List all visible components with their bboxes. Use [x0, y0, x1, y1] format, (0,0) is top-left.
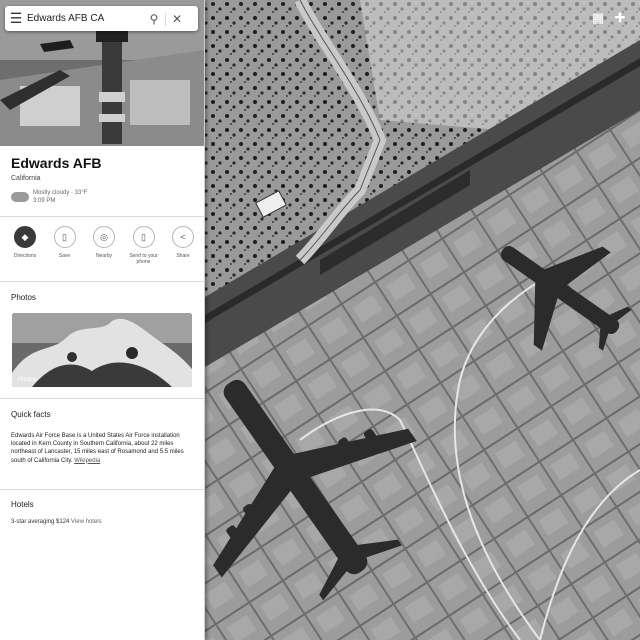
wikipedia-link[interactable]: Wikipedia [74, 458, 100, 464]
photo-card-label: Photos [18, 377, 37, 383]
weather-condition: Mostly cloudy · 33°F [33, 190, 88, 196]
action-label: Save [58, 253, 71, 259]
action-label: Share [176, 253, 190, 259]
apps-icon[interactable]: ✚ [612, 10, 628, 26]
cloudy-icon [11, 192, 29, 202]
divider [0, 398, 204, 399]
action-label: Send to your phone [129, 253, 158, 265]
send-to-phone-button[interactable]: ▯ Send to your phone [128, 226, 160, 265]
quick-facts-heading: Quick facts [11, 410, 51, 419]
layers-icon[interactable]: ▦ [590, 10, 606, 26]
action-bar: ◆ Directions ▯ Save ◎ Nearby ▯ Send to y… [9, 226, 199, 265]
photo-thumbnail [12, 313, 192, 387]
view-hotels-link[interactable]: View hotels [71, 519, 102, 525]
quick-facts-text: Edwards Air Force Base is a United State… [11, 432, 195, 465]
phone-icon: ▯ [132, 226, 155, 248]
divider [0, 489, 204, 490]
place-title: Edwards AFB [11, 155, 102, 171]
save-button[interactable]: ▯ Save [49, 226, 81, 265]
photos-heading: Photos [11, 293, 36, 302]
divider [0, 281, 204, 282]
hamburger-icon[interactable]: ☰ [5, 6, 27, 31]
search-box: ☰ ⚲ ✕ [5, 6, 198, 31]
weather-info: Mostly cloudy · 33°F 3:09 PM [11, 189, 87, 205]
share-icon: < [172, 226, 194, 248]
hotels-heading: Hotels [11, 500, 34, 509]
directions-icon: ◆ [14, 226, 36, 248]
action-label: Nearby [95, 253, 113, 259]
place-panel: ☰ ⚲ ✕ Edwards AFB California Mostly clou… [0, 0, 205, 640]
nearby-button[interactable]: ◎ Nearby [88, 226, 120, 265]
hotels-summary: 3-star averaging $124 View hotels [11, 519, 102, 525]
weather-time: 3:09 PM [33, 198, 56, 204]
nearby-icon: ◎ [93, 226, 115, 248]
photo-card[interactable]: Photos [12, 313, 192, 387]
action-label: Directions [13, 253, 37, 259]
place-subtitle: California [11, 175, 41, 182]
hotels-price: 3-star averaging $124 [11, 519, 70, 525]
bookmark-icon: ▯ [53, 226, 76, 248]
search-icon[interactable]: ⚲ [143, 6, 165, 31]
close-icon[interactable]: ✕ [166, 6, 188, 31]
share-button[interactable]: < Share [167, 226, 199, 265]
search-input[interactable] [27, 13, 143, 24]
directions-button[interactable]: ◆ Directions [9, 226, 41, 265]
divider [0, 216, 204, 217]
